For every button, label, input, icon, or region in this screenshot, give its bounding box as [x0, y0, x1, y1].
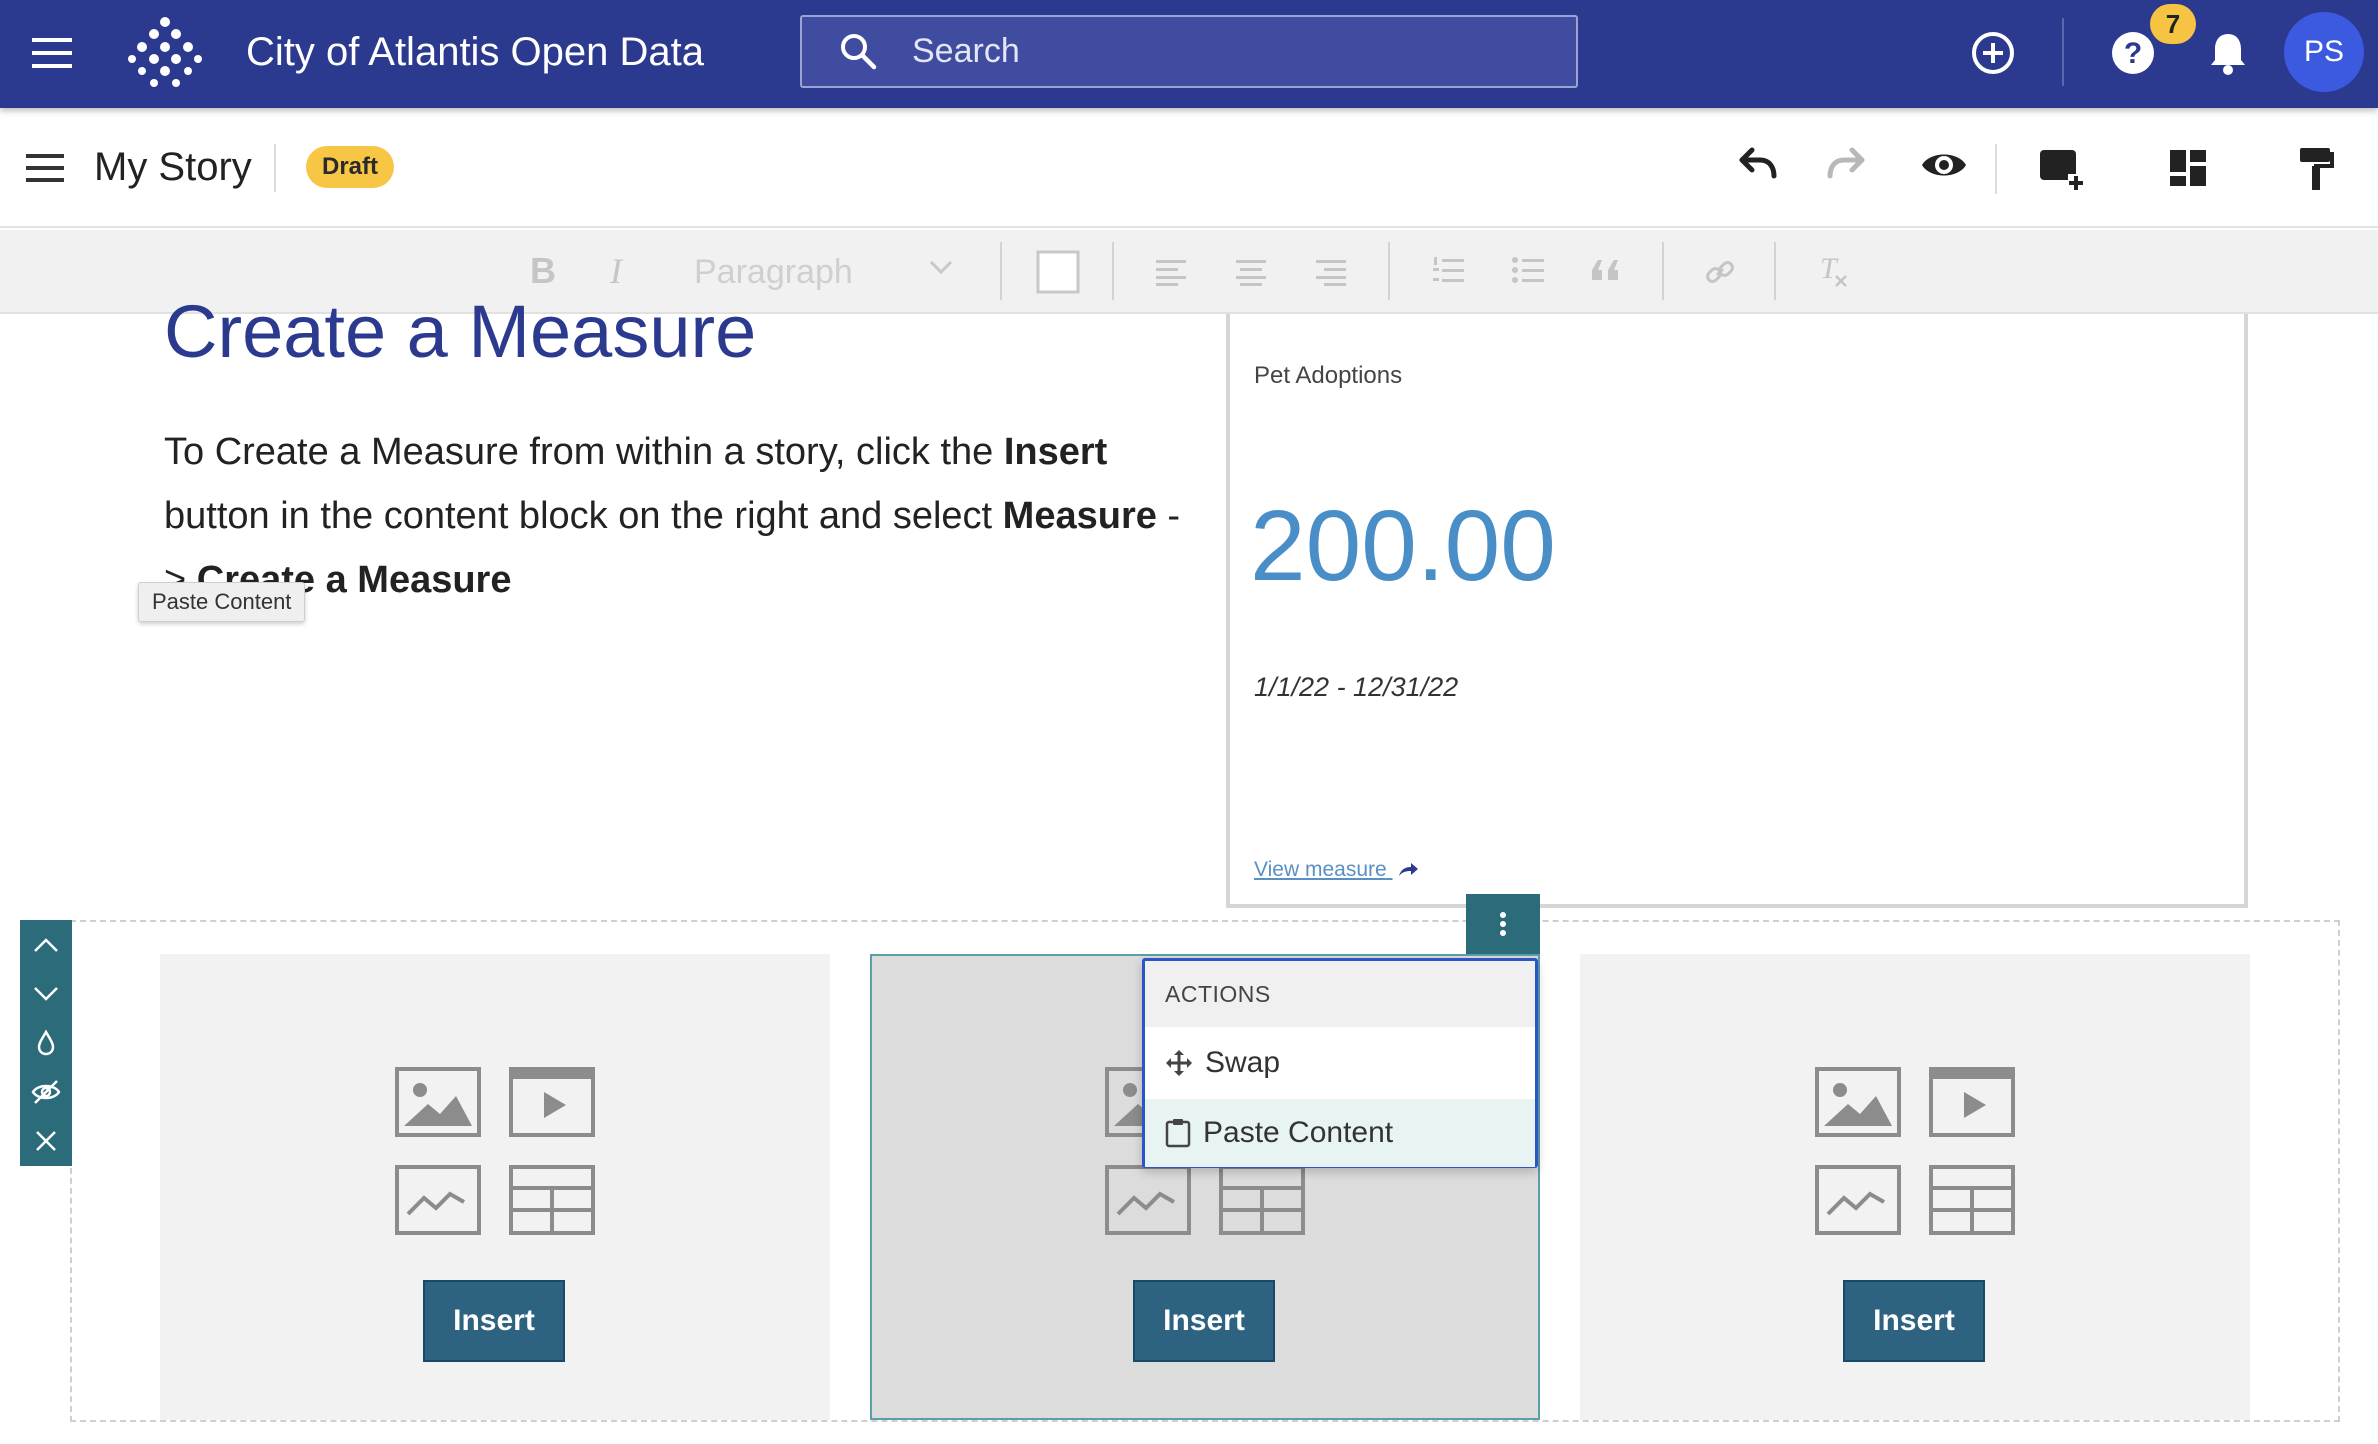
- svg-text:T: T: [1820, 252, 1839, 285]
- actions-menu-header: ACTIONS: [1145, 961, 1535, 1027]
- bullet-list-icon[interactable]: [1512, 256, 1544, 286]
- paste-content-tooltip: Paste Content: [138, 582, 306, 622]
- para-text-1: To Create a Measure from within a story,…: [164, 431, 1004, 473]
- background-color-drop-icon[interactable]: [20, 1018, 72, 1067]
- toolbar-separator: [1112, 242, 1114, 300]
- measure-value: 200.00: [1250, 490, 1556, 602]
- instruction-paragraph[interactable]: To Create a Measure from within a story,…: [164, 420, 1184, 612]
- site-logo-icon[interactable]: [126, 14, 204, 92]
- toolbar-separator: [1774, 242, 1776, 300]
- help-icon[interactable]: ?: [2110, 30, 2156, 76]
- table-placeholder-icon: [1218, 1164, 1306, 1236]
- hide-eye-slash-icon[interactable]: [20, 1067, 72, 1116]
- top-bar-divider: [2062, 18, 2064, 86]
- block-actions-button[interactable]: [1466, 894, 1540, 954]
- remove-section-close-icon[interactable]: [20, 1116, 72, 1165]
- add-circle-icon[interactable]: [1970, 30, 2016, 76]
- layout-dashboard-icon[interactable]: [2168, 148, 2208, 188]
- insert-button[interactable]: Insert: [423, 1280, 565, 1362]
- menu-icon[interactable]: [32, 36, 74, 70]
- site-title[interactable]: City of Atlantis Open Data: [246, 26, 704, 78]
- image-placeholder-icon: [1814, 1066, 1902, 1138]
- para-bold-insert: Insert: [1003, 431, 1108, 473]
- view-measure-label: View measure: [1254, 858, 1387, 881]
- align-right-icon[interactable]: [1316, 258, 1348, 286]
- actions-menu: ACTIONS Swap Paste Content: [1142, 958, 1538, 1168]
- menu-item-label: Paste Content: [1203, 1116, 1394, 1149]
- section-heading[interactable]: Create a Measure: [164, 284, 756, 380]
- link-icon[interactable]: [1704, 256, 1736, 288]
- content-block-1[interactable]: Insert: [160, 954, 830, 1420]
- preview-eye-icon[interactable]: [1920, 148, 1968, 182]
- search-icon: [838, 31, 878, 71]
- search-input[interactable]: [912, 17, 1552, 86]
- story-toolbar: My Story Draft: [0, 108, 2378, 228]
- top-app-bar: City of Atlantis Open Data ? 7 PS: [0, 0, 2378, 108]
- menu-item-swap[interactable]: Swap: [1145, 1029, 1535, 1097]
- para-text-2: button in the content block on the right…: [164, 495, 1003, 537]
- toolbar-separator: [1000, 242, 1002, 300]
- svg-text:?: ?: [2124, 37, 2142, 70]
- chevron-down-icon[interactable]: [928, 258, 954, 276]
- story-menu-icon[interactable]: [26, 152, 66, 184]
- table-placeholder-icon: [1928, 1164, 2016, 1236]
- story-title-divider: [274, 144, 276, 192]
- video-placeholder-icon: [1928, 1066, 2016, 1138]
- toolbar-separator: [1662, 242, 1664, 300]
- story-toolbar-divider: [1995, 144, 1997, 194]
- menu-item-label: Swap: [1205, 1046, 1281, 1079]
- story-title[interactable]: My Story: [94, 142, 252, 192]
- move-icon: [1165, 1049, 1193, 1077]
- chart-placeholder-icon: [394, 1164, 482, 1236]
- user-avatar[interactable]: PS: [2284, 12, 2364, 92]
- toolbar-separator: [1388, 242, 1390, 300]
- status-badge: Draft: [306, 146, 395, 188]
- insert-button[interactable]: Insert: [1133, 1280, 1275, 1362]
- text-color-box-icon[interactable]: [1036, 250, 1080, 294]
- align-left-icon[interactable]: [1156, 258, 1188, 286]
- clear-formatting-icon[interactable]: T: [1818, 252, 1850, 288]
- chart-placeholder-icon: [1104, 1164, 1192, 1236]
- menu-item-paste-content[interactable]: Paste Content: [1145, 1099, 1535, 1167]
- clipboard-icon: [1165, 1118, 1191, 1148]
- add-block-icon[interactable]: [2038, 148, 2086, 192]
- table-placeholder-icon: [508, 1164, 596, 1236]
- bell-icon[interactable]: [2208, 30, 2248, 76]
- image-placeholder-icon: [394, 1066, 482, 1138]
- numbered-list-icon[interactable]: [1432, 256, 1464, 286]
- video-placeholder-icon: [508, 1066, 596, 1138]
- move-up-icon[interactable]: [20, 920, 72, 969]
- measure-date-range: 1/1/22 - 12/31/22: [1254, 672, 1459, 702]
- paint-roller-icon[interactable]: [2296, 146, 2336, 192]
- share-arrow-icon: [1397, 862, 1419, 878]
- notification-count-badge: 7: [2150, 4, 2196, 44]
- content-block-3[interactable]: Insert: [1580, 954, 2250, 1420]
- view-measure-link[interactable]: View measure: [1254, 858, 1419, 882]
- undo-icon[interactable]: [1730, 146, 1778, 186]
- chart-placeholder-icon: [1814, 1164, 1902, 1236]
- blockquote-icon[interactable]: [1590, 258, 1622, 282]
- align-center-icon[interactable]: [1236, 258, 1268, 286]
- para-bold-measure: Measure: [1002, 495, 1157, 537]
- measure-card[interactable]: Pet Adoptions 200.00 1/1/22 - 12/31/22 V…: [1226, 314, 2248, 908]
- section-side-toolbar: [20, 920, 72, 1166]
- measure-title: Pet Adoptions: [1254, 362, 1403, 389]
- move-down-icon[interactable]: [20, 969, 72, 1018]
- insert-button[interactable]: Insert: [1843, 1280, 1985, 1362]
- kebab-menu-icon: [1499, 911, 1507, 937]
- search-box[interactable]: [800, 15, 1578, 88]
- redo-icon[interactable]: [1826, 146, 1874, 186]
